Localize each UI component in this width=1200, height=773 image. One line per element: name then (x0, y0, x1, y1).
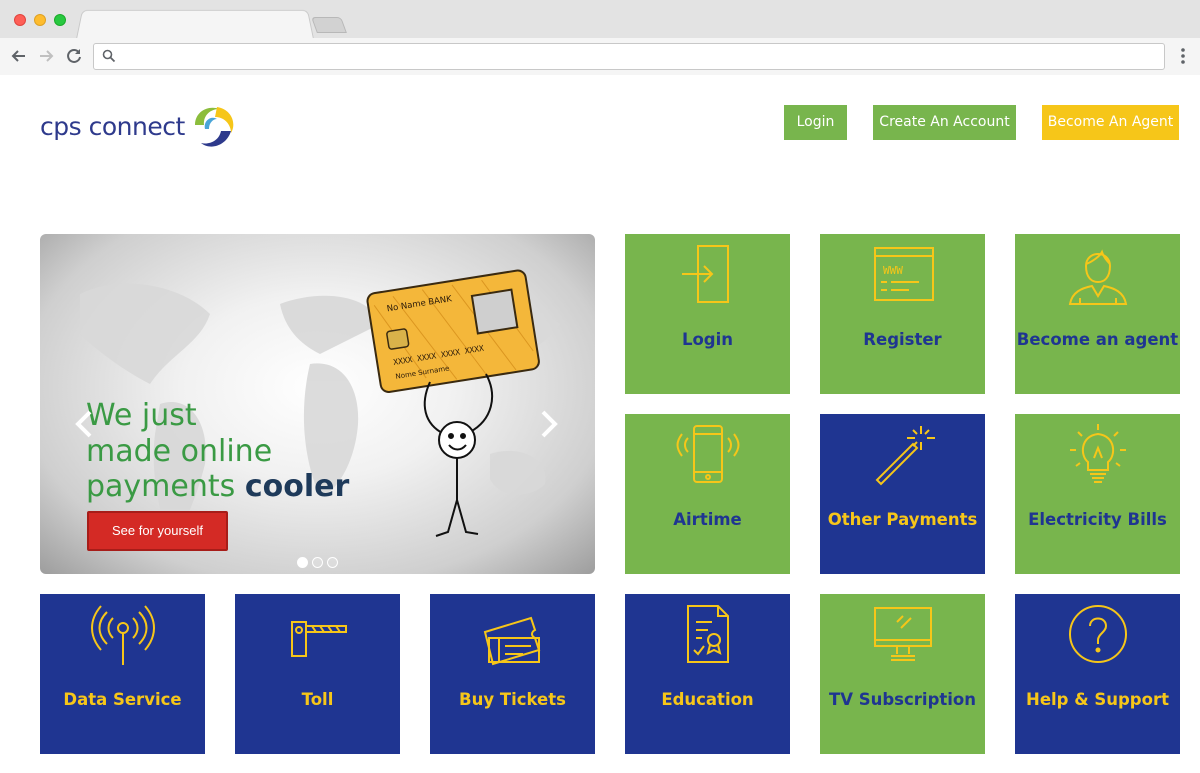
back-icon[interactable] (8, 44, 30, 68)
new-tab-button[interactable] (311, 17, 347, 33)
antenna-signal-icon (90, 605, 155, 665)
svg-text:WWW: WWW (883, 264, 903, 277)
address-bar[interactable] (93, 43, 1165, 70)
tile-label: Electricity Bills (1028, 510, 1167, 529)
browser-tab-active[interactable] (76, 9, 314, 39)
slider-prev-arrow-icon[interactable] (72, 406, 96, 442)
see-for-yourself-button[interactable]: See for yourself (87, 511, 228, 551)
login-door-icon (681, 245, 729, 303)
question-circle-icon (1068, 605, 1127, 663)
slide-headline-emphasis: cooler (244, 469, 350, 504)
tile-education[interactable]: Education (625, 594, 790, 754)
tile-data-service[interactable]: Data Service (40, 594, 205, 754)
tile-label: Toll (301, 690, 334, 709)
tile-register[interactable]: WWW Register (820, 234, 985, 394)
tickets-icon (483, 616, 540, 666)
tile-label: Education (661, 690, 754, 709)
tile-label: Other Payments (827, 510, 978, 529)
tile-electricity-bills[interactable]: Electricity Bills (1015, 414, 1180, 574)
card-stick-figure-illustration: No Name BANK XXXX XXXX XXXX XXXX Nome Su… (366, 269, 540, 537)
tile-label: Register (863, 330, 942, 349)
certificate-icon (686, 605, 729, 663)
magic-wand-icon (875, 426, 935, 486)
tile-label: Airtime (673, 510, 742, 529)
tile-help-support[interactable]: Help & Support (1015, 594, 1180, 754)
tile-label: TV Subscription (828, 690, 977, 709)
slider-next-arrow-icon[interactable] (537, 406, 561, 442)
tab-bar (0, 0, 1200, 39)
tile-toll[interactable]: Toll (235, 594, 400, 754)
forward-icon[interactable] (35, 44, 57, 68)
tile-buy-tickets[interactable]: Buy Tickets (430, 594, 595, 754)
tile-other-payments[interactable]: Other Payments (820, 414, 985, 574)
slide-headline-line-2: made online (86, 434, 273, 469)
light-bulb-icon (1069, 424, 1126, 483)
close-window-button[interactable] (14, 14, 26, 26)
header-login-button[interactable]: Login (784, 105, 847, 140)
menu-icon[interactable] (1172, 44, 1194, 68)
tile-become-agent[interactable]: Become an agent (1015, 234, 1180, 394)
slider-dot-1[interactable] (297, 557, 308, 568)
tile-login[interactable]: Login (625, 234, 790, 394)
tile-airtime[interactable]: Airtime (625, 414, 790, 574)
tile-label: Buy Tickets (459, 690, 566, 709)
www-browser-icon: WWW (873, 247, 934, 301)
slider-dot-3[interactable] (327, 557, 338, 568)
slide-headline-prefix: payments (86, 469, 245, 504)
slider-dot-2[interactable] (312, 557, 323, 568)
slider-pagination (297, 557, 338, 568)
browser-chrome (0, 0, 1200, 75)
browser-toolbar (0, 38, 1200, 75)
logo-swirl-icon (194, 107, 234, 147)
tile-label: Become an agent (1016, 330, 1179, 349)
brand-name: cps connect (40, 111, 185, 141)
tile-label: Help & Support (1026, 690, 1169, 709)
minimize-window-button[interactable] (34, 14, 46, 26)
create-account-button[interactable]: Create An Account (873, 105, 1016, 140)
reload-icon[interactable] (63, 44, 85, 68)
maximize-window-button[interactable] (54, 14, 66, 26)
toll-barrier-icon (290, 621, 347, 657)
tile-tv-subscription[interactable]: TV Subscription (820, 594, 985, 754)
search-icon (102, 49, 116, 63)
person-agent-icon (1068, 249, 1127, 305)
brand-logo[interactable]: cps connect (40, 100, 237, 152)
become-agent-button[interactable]: Become An Agent (1042, 105, 1179, 140)
tile-label: Login (681, 330, 734, 349)
tile-label: Data Service (63, 690, 182, 709)
slide-headline-line-3: payments cooler (86, 469, 349, 505)
monitor-icon (873, 607, 932, 661)
slide-headline-line-1: We just (86, 398, 197, 433)
phone-vibrate-icon (676, 425, 739, 483)
hero-slider: No Name BANK XXXX XXXX XXXX XXXX Nome Su… (40, 234, 595, 574)
